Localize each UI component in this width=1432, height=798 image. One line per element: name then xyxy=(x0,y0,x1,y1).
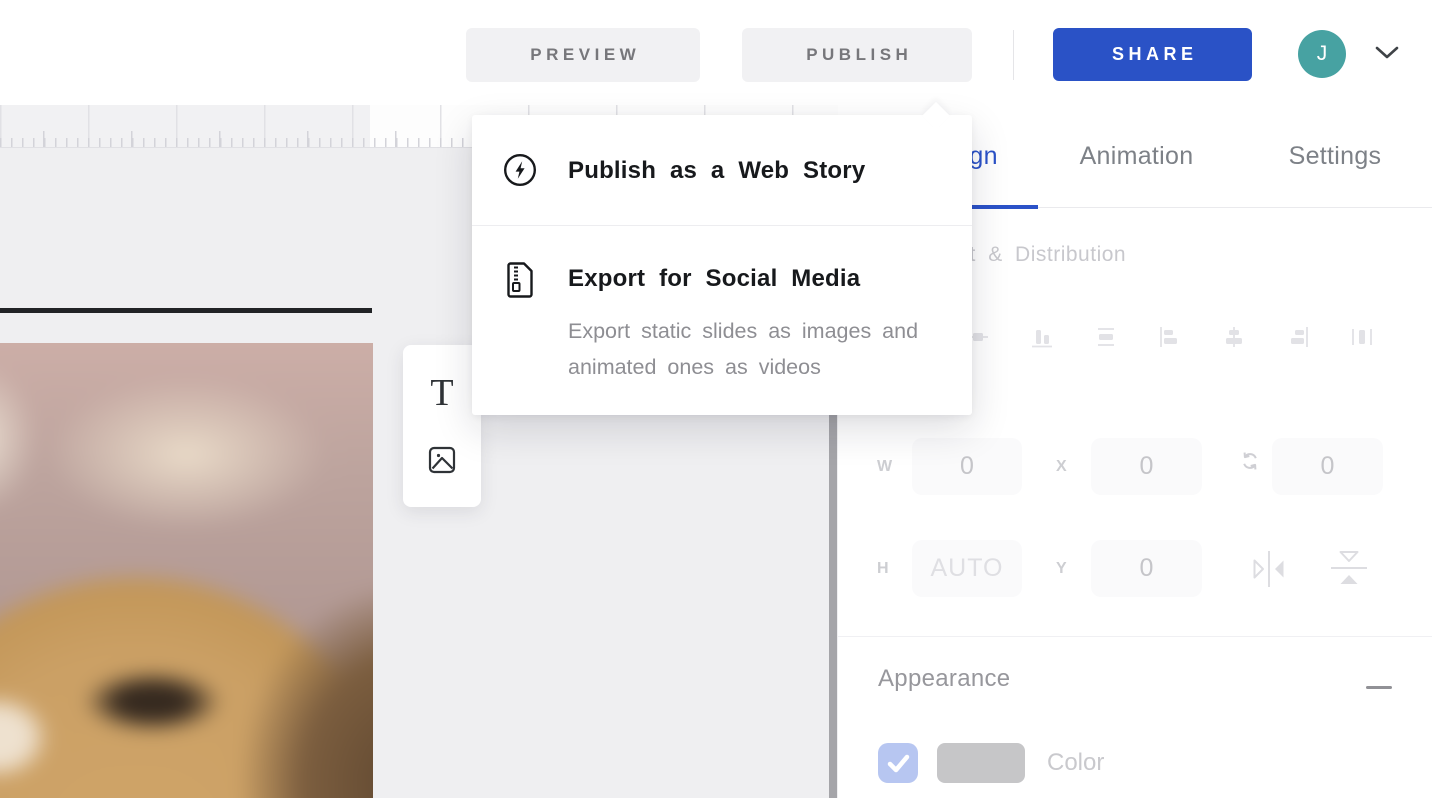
publish-button[interactable]: PUBLISH xyxy=(742,28,972,82)
image-tool-icon xyxy=(427,445,457,475)
element-toolbar: T xyxy=(403,345,481,507)
add-text-button[interactable]: T xyxy=(418,369,466,417)
share-button[interactable]: SHARE xyxy=(1053,28,1252,81)
section-divider xyxy=(838,636,1432,637)
rotation-input[interactable] xyxy=(1272,438,1383,495)
lightning-circle-icon xyxy=(503,153,537,187)
minus-icon xyxy=(1366,686,1392,689)
chevron-down-icon[interactable] xyxy=(1372,44,1402,62)
dog-photo[interactable] xyxy=(0,343,373,798)
height-label: H xyxy=(877,560,907,578)
tab-animation[interactable]: Animation xyxy=(1063,105,1210,208)
color-swatch[interactable] xyxy=(937,743,1025,783)
text-tool-icon: T xyxy=(430,374,453,412)
width-input[interactable] xyxy=(912,438,1022,495)
avatar[interactable]: J xyxy=(1298,30,1346,78)
menu-item-export-social[interactable]: Export for Social Media Export static sl… xyxy=(472,226,972,415)
slide-divider-line[interactable] xyxy=(0,308,372,313)
align-right-icon[interactable] xyxy=(1286,325,1310,349)
y-input[interactable] xyxy=(1091,540,1202,597)
zip-document-icon xyxy=(503,261,537,299)
tab-settings[interactable]: Settings xyxy=(1275,105,1395,208)
top-bar: PREVIEW PUBLISH SHARE J xyxy=(0,0,1432,105)
menu-item-description: Export static slides as images and anima… xyxy=(568,313,928,385)
align-center-icon[interactable] xyxy=(1222,325,1246,349)
width-label: W xyxy=(877,458,907,476)
add-image-button[interactable] xyxy=(418,436,466,484)
flip-vertical-button[interactable] xyxy=(1326,543,1372,593)
preview-button[interactable]: PREVIEW xyxy=(466,28,700,82)
check-icon xyxy=(878,743,918,783)
rotate-icon xyxy=(1238,449,1262,473)
height-input[interactable] xyxy=(912,540,1022,597)
x-label: X xyxy=(1056,458,1086,476)
flip-horizontal-button[interactable] xyxy=(1246,545,1292,593)
flip-horizontal-icon xyxy=(1246,545,1292,593)
align-left-icon[interactable] xyxy=(1158,325,1182,349)
distribute-vertical-icon[interactable] xyxy=(1094,325,1118,349)
y-label: Y xyxy=(1056,560,1086,578)
alignment-toolbar xyxy=(902,325,1414,349)
menu-item-title: Publish as a Web Story xyxy=(568,157,865,185)
color-label: Color xyxy=(1047,749,1104,777)
distribute-horizontal-icon[interactable] xyxy=(1350,325,1374,349)
flip-vertical-icon xyxy=(1326,543,1372,593)
color-enabled-checkbox[interactable] xyxy=(878,743,918,783)
appearance-section-title: Appearance xyxy=(878,665,1010,693)
x-input[interactable] xyxy=(1091,438,1202,495)
publish-dropdown: Publish as a Web Story Export for Social… xyxy=(472,115,972,415)
align-bottom-icon[interactable] xyxy=(1030,325,1054,349)
header-divider xyxy=(1013,30,1014,80)
collapse-section-button[interactable] xyxy=(1366,676,1392,698)
menu-item-publish-web-story[interactable]: Publish as a Web Story xyxy=(472,115,972,225)
menu-item-title: Export for Social Media xyxy=(568,265,860,293)
